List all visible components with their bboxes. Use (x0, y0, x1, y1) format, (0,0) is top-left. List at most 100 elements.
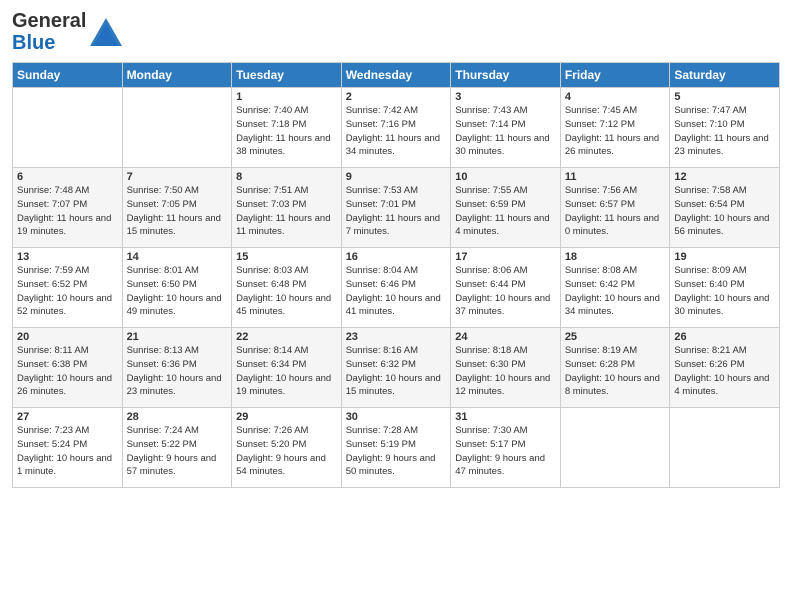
day-number: 21 (127, 331, 228, 343)
day-number: 3 (455, 91, 556, 103)
day-info: Sunrise: 8:01 AM Sunset: 6:50 PM Dayligh… (127, 264, 228, 319)
day-number: 13 (17, 251, 118, 263)
day-info: Sunrise: 7:47 AM Sunset: 7:10 PM Dayligh… (674, 104, 775, 159)
calendar-cell: 27Sunrise: 7:23 AM Sunset: 5:24 PM Dayli… (13, 408, 123, 488)
calendar-cell: 19Sunrise: 8:09 AM Sunset: 6:40 PM Dayli… (670, 248, 780, 328)
day-number: 23 (346, 331, 447, 343)
day-info: Sunrise: 7:40 AM Sunset: 7:18 PM Dayligh… (236, 104, 337, 159)
calendar-cell: 2Sunrise: 7:42 AM Sunset: 7:16 PM Daylig… (341, 88, 451, 168)
calendar-header-row: SundayMondayTuesdayWednesdayThursdayFrid… (13, 63, 780, 88)
day-info: Sunrise: 7:24 AM Sunset: 5:22 PM Dayligh… (127, 424, 228, 479)
day-number: 30 (346, 411, 447, 423)
day-info: Sunrise: 8:13 AM Sunset: 6:36 PM Dayligh… (127, 344, 228, 399)
calendar-week-4: 20Sunrise: 8:11 AM Sunset: 6:38 PM Dayli… (13, 328, 780, 408)
calendar-cell: 1Sunrise: 7:40 AM Sunset: 7:18 PM Daylig… (232, 88, 342, 168)
calendar-cell: 15Sunrise: 8:03 AM Sunset: 6:48 PM Dayli… (232, 248, 342, 328)
day-info: Sunrise: 8:16 AM Sunset: 6:32 PM Dayligh… (346, 344, 447, 399)
day-number: 16 (346, 251, 447, 263)
calendar-cell: 26Sunrise: 8:21 AM Sunset: 6:26 PM Dayli… (670, 328, 780, 408)
calendar-cell: 5Sunrise: 7:47 AM Sunset: 7:10 PM Daylig… (670, 88, 780, 168)
day-number: 15 (236, 251, 337, 263)
day-info: Sunrise: 7:42 AM Sunset: 7:16 PM Dayligh… (346, 104, 447, 159)
day-info: Sunrise: 8:11 AM Sunset: 6:38 PM Dayligh… (17, 344, 118, 399)
header-day-tuesday: Tuesday (232, 63, 342, 88)
calendar-cell: 10Sunrise: 7:55 AM Sunset: 6:59 PM Dayli… (451, 168, 561, 248)
calendar-cell: 6Sunrise: 7:48 AM Sunset: 7:07 PM Daylig… (13, 168, 123, 248)
calendar-cell: 28Sunrise: 7:24 AM Sunset: 5:22 PM Dayli… (122, 408, 232, 488)
calendar-table: SundayMondayTuesdayWednesdayThursdayFrid… (12, 62, 780, 488)
day-info: Sunrise: 7:30 AM Sunset: 5:17 PM Dayligh… (455, 424, 556, 479)
calendar-cell: 3Sunrise: 7:43 AM Sunset: 7:14 PM Daylig… (451, 88, 561, 168)
day-info: Sunrise: 7:56 AM Sunset: 6:57 PM Dayligh… (565, 184, 666, 239)
day-info: Sunrise: 8:08 AM Sunset: 6:42 PM Dayligh… (565, 264, 666, 319)
calendar-cell: 20Sunrise: 8:11 AM Sunset: 6:38 PM Dayli… (13, 328, 123, 408)
day-info: Sunrise: 8:09 AM Sunset: 6:40 PM Dayligh… (674, 264, 775, 319)
day-info: Sunrise: 8:21 AM Sunset: 6:26 PM Dayligh… (674, 344, 775, 399)
logo-line1: General (12, 10, 86, 32)
page-container: General Blue SundayMondayTuesdayWednesda… (0, 0, 792, 496)
header-day-monday: Monday (122, 63, 232, 88)
day-info: Sunrise: 7:58 AM Sunset: 6:54 PM Dayligh… (674, 184, 775, 239)
day-info: Sunrise: 7:23 AM Sunset: 5:24 PM Dayligh… (17, 424, 118, 479)
calendar-cell (13, 88, 123, 168)
calendar-week-2: 6Sunrise: 7:48 AM Sunset: 7:07 PM Daylig… (13, 168, 780, 248)
calendar-cell: 4Sunrise: 7:45 AM Sunset: 7:12 PM Daylig… (560, 88, 670, 168)
day-info: Sunrise: 7:55 AM Sunset: 6:59 PM Dayligh… (455, 184, 556, 239)
day-info: Sunrise: 8:06 AM Sunset: 6:44 PM Dayligh… (455, 264, 556, 319)
header: General Blue (12, 10, 780, 54)
day-number: 1 (236, 91, 337, 103)
header-day-saturday: Saturday (670, 63, 780, 88)
day-number: 22 (236, 331, 337, 343)
calendar-cell: 16Sunrise: 8:04 AM Sunset: 6:46 PM Dayli… (341, 248, 451, 328)
day-number: 10 (455, 171, 556, 183)
day-number: 12 (674, 171, 775, 183)
calendar-cell: 30Sunrise: 7:28 AM Sunset: 5:19 PM Dayli… (341, 408, 451, 488)
day-info: Sunrise: 7:45 AM Sunset: 7:12 PM Dayligh… (565, 104, 666, 159)
day-number: 6 (17, 171, 118, 183)
day-number: 11 (565, 171, 666, 183)
day-number: 17 (455, 251, 556, 263)
day-info: Sunrise: 7:28 AM Sunset: 5:19 PM Dayligh… (346, 424, 447, 479)
header-day-sunday: Sunday (13, 63, 123, 88)
day-number: 4 (565, 91, 666, 103)
logo: General Blue (12, 10, 122, 54)
day-number: 5 (674, 91, 775, 103)
calendar-cell: 23Sunrise: 8:16 AM Sunset: 6:32 PM Dayli… (341, 328, 451, 408)
logo-text-block: General Blue (12, 10, 86, 54)
day-info: Sunrise: 7:53 AM Sunset: 7:01 PM Dayligh… (346, 184, 447, 239)
day-number: 2 (346, 91, 447, 103)
calendar-cell: 8Sunrise: 7:51 AM Sunset: 7:03 PM Daylig… (232, 168, 342, 248)
calendar-week-3: 13Sunrise: 7:59 AM Sunset: 6:52 PM Dayli… (13, 248, 780, 328)
calendar-week-1: 1Sunrise: 7:40 AM Sunset: 7:18 PM Daylig… (13, 88, 780, 168)
day-info: Sunrise: 8:03 AM Sunset: 6:48 PM Dayligh… (236, 264, 337, 319)
calendar-week-5: 27Sunrise: 7:23 AM Sunset: 5:24 PM Dayli… (13, 408, 780, 488)
calendar-cell (670, 408, 780, 488)
day-info: Sunrise: 7:50 AM Sunset: 7:05 PM Dayligh… (127, 184, 228, 239)
calendar-cell: 31Sunrise: 7:30 AM Sunset: 5:17 PM Dayli… (451, 408, 561, 488)
calendar-cell: 14Sunrise: 8:01 AM Sunset: 6:50 PM Dayli… (122, 248, 232, 328)
logo-triangle-icon (90, 18, 122, 46)
day-info: Sunrise: 7:43 AM Sunset: 7:14 PM Dayligh… (455, 104, 556, 159)
header-day-wednesday: Wednesday (341, 63, 451, 88)
calendar-cell: 29Sunrise: 7:26 AM Sunset: 5:20 PM Dayli… (232, 408, 342, 488)
day-info: Sunrise: 8:19 AM Sunset: 6:28 PM Dayligh… (565, 344, 666, 399)
calendar-cell: 11Sunrise: 7:56 AM Sunset: 6:57 PM Dayli… (560, 168, 670, 248)
day-info: Sunrise: 7:26 AM Sunset: 5:20 PM Dayligh… (236, 424, 337, 479)
day-info: Sunrise: 8:04 AM Sunset: 6:46 PM Dayligh… (346, 264, 447, 319)
calendar-cell (560, 408, 670, 488)
day-number: 27 (17, 411, 118, 423)
day-info: Sunrise: 7:51 AM Sunset: 7:03 PM Dayligh… (236, 184, 337, 239)
day-info: Sunrise: 7:48 AM Sunset: 7:07 PM Dayligh… (17, 184, 118, 239)
calendar-cell: 13Sunrise: 7:59 AM Sunset: 6:52 PM Dayli… (13, 248, 123, 328)
day-number: 31 (455, 411, 556, 423)
day-info: Sunrise: 7:59 AM Sunset: 6:52 PM Dayligh… (17, 264, 118, 319)
calendar-cell: 24Sunrise: 8:18 AM Sunset: 6:30 PM Dayli… (451, 328, 561, 408)
day-number: 25 (565, 331, 666, 343)
day-number: 20 (17, 331, 118, 343)
logo-wrapper: General Blue (12, 10, 122, 54)
day-info: Sunrise: 8:14 AM Sunset: 6:34 PM Dayligh… (236, 344, 337, 399)
header-day-friday: Friday (560, 63, 670, 88)
logo-line2: Blue (12, 32, 86, 54)
calendar-cell: 21Sunrise: 8:13 AM Sunset: 6:36 PM Dayli… (122, 328, 232, 408)
day-number: 9 (346, 171, 447, 183)
